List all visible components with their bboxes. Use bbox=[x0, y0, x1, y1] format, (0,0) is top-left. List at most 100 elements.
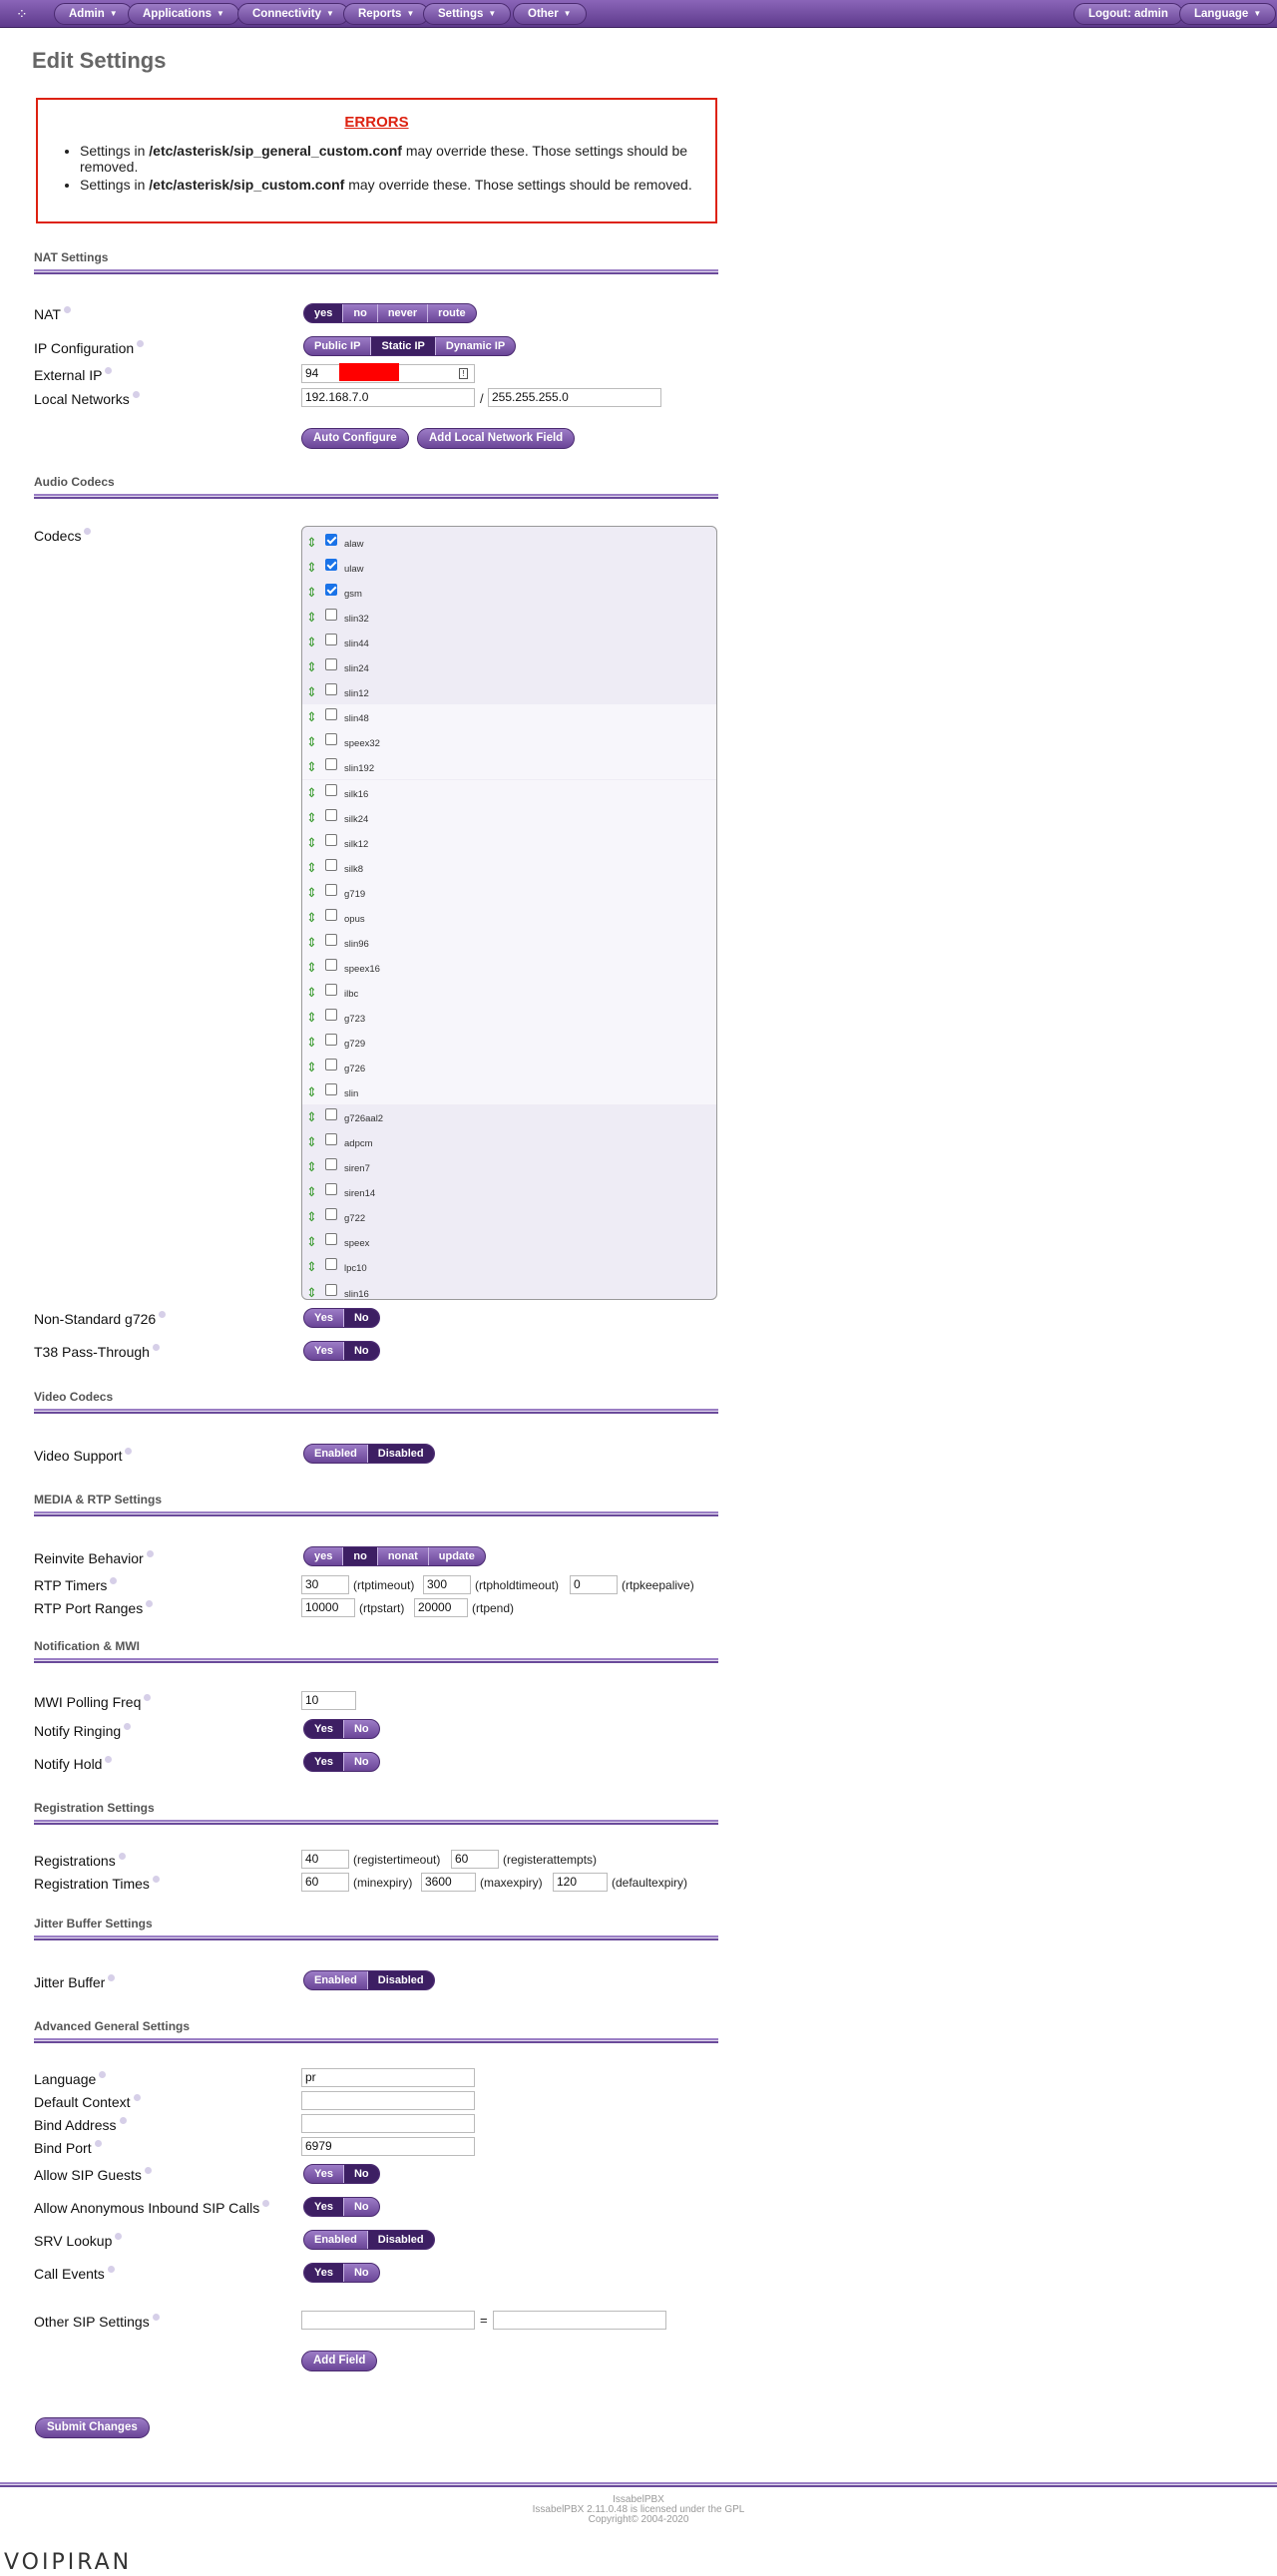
codec-row[interactable]: ⇕ opus bbox=[302, 904, 716, 930]
codec-row[interactable]: ⇕ siren14 bbox=[302, 1179, 716, 1204]
drag-handle-icon[interactable]: ⇕ bbox=[306, 1285, 317, 1300]
codec-checkbox[interactable] bbox=[325, 883, 337, 896]
drag-handle-icon[interactable]: ⇕ bbox=[306, 1084, 317, 1099]
ipconf-option-public[interactable]: Public IP bbox=[304, 337, 370, 355]
codec-checkbox[interactable] bbox=[325, 783, 337, 796]
codec-checkbox[interactable] bbox=[325, 559, 337, 572]
rtptimeout-input[interactable]: 30 bbox=[301, 1575, 349, 1594]
issabel-logo-icon[interactable]: ⁘ bbox=[16, 5, 38, 23]
drag-handle-icon[interactable]: ⇕ bbox=[306, 535, 317, 550]
codec-checkbox[interactable] bbox=[325, 1059, 337, 1072]
video-disabled[interactable]: Disabled bbox=[366, 1445, 434, 1463]
help-icon[interactable] bbox=[152, 1344, 160, 1351]
drag-handle-icon[interactable]: ⇕ bbox=[306, 585, 317, 600]
guests-no[interactable]: No bbox=[342, 2165, 379, 2183]
codec-checkbox[interactable] bbox=[325, 658, 337, 671]
help-icon[interactable] bbox=[144, 1694, 152, 1701]
drag-handle-icon[interactable]: ⇕ bbox=[306, 709, 317, 724]
codec-checkbox[interactable] bbox=[325, 733, 337, 746]
codec-row[interactable]: ⇕ silk16 bbox=[302, 779, 716, 805]
codec-checkbox[interactable] bbox=[325, 1133, 337, 1146]
codec-row[interactable]: ⇕ g726aal2 bbox=[302, 1104, 716, 1129]
menu-admin[interactable]: Admin ▼ bbox=[54, 3, 133, 25]
help-icon[interactable] bbox=[124, 1723, 132, 1730]
registerattempts-input[interactable]: 60 bbox=[451, 1850, 499, 1869]
codec-row[interactable]: ⇕ g723 bbox=[302, 1004, 716, 1030]
nat-option-no[interactable]: no bbox=[342, 304, 376, 322]
help-icon[interactable] bbox=[94, 2140, 102, 2147]
codec-row[interactable]: ⇕ slin16 bbox=[302, 1280, 716, 1300]
logout-button[interactable]: Logout: admin bbox=[1073, 3, 1183, 25]
help-icon[interactable] bbox=[108, 1974, 116, 1981]
codec-row[interactable]: ⇕ silk12 bbox=[302, 829, 716, 855]
codec-checkbox[interactable] bbox=[325, 1183, 337, 1196]
codec-checkbox[interactable] bbox=[325, 534, 337, 546]
auto-configure-button[interactable]: Auto Configure bbox=[301, 428, 409, 449]
codec-checkbox[interactable] bbox=[325, 833, 337, 846]
reinvite-nonat[interactable]: nonat bbox=[376, 1547, 428, 1565]
menu-reports[interactable]: Reports ▼ bbox=[343, 3, 430, 25]
drag-handle-icon[interactable]: ⇕ bbox=[306, 910, 317, 925]
help-icon[interactable] bbox=[132, 391, 140, 398]
help-icon[interactable] bbox=[84, 528, 92, 535]
codec-checkbox[interactable] bbox=[325, 983, 337, 996]
codec-checkbox[interactable] bbox=[325, 683, 337, 696]
codec-checkbox[interactable] bbox=[325, 708, 337, 721]
hold-yes[interactable]: Yes bbox=[304, 1753, 343, 1771]
help-icon[interactable] bbox=[152, 2314, 160, 2321]
help-icon[interactable] bbox=[262, 2200, 270, 2207]
codec-row[interactable]: ⇕ slin24 bbox=[302, 654, 716, 679]
codec-checkbox[interactable] bbox=[325, 1258, 337, 1271]
drag-handle-icon[interactable]: ⇕ bbox=[306, 1234, 317, 1249]
codec-row[interactable]: ⇕ slin44 bbox=[302, 630, 716, 654]
help-icon[interactable] bbox=[63, 306, 71, 313]
codec-row[interactable]: ⇕ slin48 bbox=[302, 704, 716, 730]
help-icon[interactable] bbox=[105, 1756, 113, 1763]
srv-enabled[interactable]: Enabled bbox=[304, 2231, 367, 2249]
help-icon[interactable] bbox=[133, 2094, 141, 2101]
menu-settings[interactable]: Settings ▼ bbox=[423, 3, 512, 25]
other-setting-value-input[interactable] bbox=[493, 2311, 666, 2330]
codec-checkbox[interactable] bbox=[325, 1233, 337, 1246]
codec-checkbox[interactable] bbox=[325, 1083, 337, 1096]
help-icon[interactable] bbox=[144, 2167, 152, 2174]
codec-checkbox[interactable] bbox=[325, 758, 337, 771]
codec-row[interactable]: ⇕ slin bbox=[302, 1079, 716, 1105]
rtpholdtimeout-input[interactable]: 300 bbox=[423, 1575, 471, 1594]
codec-checkbox[interactable] bbox=[325, 1108, 337, 1121]
codec-checkbox[interactable] bbox=[325, 908, 337, 921]
codec-row[interactable]: ⇕ silk8 bbox=[302, 854, 716, 880]
help-icon[interactable] bbox=[146, 1550, 154, 1557]
menu-connectivity[interactable]: Connectivity ▼ bbox=[237, 3, 349, 25]
defaultexpiry-input[interactable]: 120 bbox=[553, 1873, 608, 1892]
codec-row[interactable]: ⇕ gsm bbox=[302, 580, 716, 605]
codec-row[interactable]: ⇕ g722 bbox=[302, 1204, 716, 1229]
codec-checkbox[interactable] bbox=[325, 1283, 337, 1296]
nat-option-never[interactable]: never bbox=[376, 304, 427, 322]
codec-row[interactable]: ⇕ siren7 bbox=[302, 1154, 716, 1179]
codec-checkbox[interactable] bbox=[325, 1208, 337, 1221]
codec-checkbox[interactable] bbox=[325, 858, 337, 871]
drag-handle-icon[interactable]: ⇕ bbox=[306, 835, 317, 850]
help-icon[interactable] bbox=[152, 1876, 160, 1883]
language-input[interactable]: pr bbox=[301, 2068, 475, 2087]
reinvite-update[interactable]: update bbox=[427, 1547, 485, 1565]
codec-checkbox[interactable] bbox=[325, 584, 337, 597]
rtpstart-input[interactable]: 10000 bbox=[301, 1598, 355, 1617]
help-icon[interactable] bbox=[137, 340, 145, 347]
reinvite-yes[interactable]: yes bbox=[304, 1547, 342, 1565]
codec-row[interactable]: ⇕ silk24 bbox=[302, 804, 716, 830]
codec-row[interactable]: ⇕ ilbc bbox=[302, 979, 716, 1005]
codec-row[interactable]: ⇕ slin192 bbox=[302, 754, 716, 780]
other-setting-key-input[interactable] bbox=[301, 2311, 475, 2330]
codec-row[interactable]: ⇕ slin32 bbox=[302, 605, 716, 630]
drag-handle-icon[interactable]: ⇕ bbox=[306, 1184, 317, 1199]
local-network-ip-input[interactable]: 192.168.7.0 bbox=[301, 388, 475, 407]
codec-checkbox[interactable] bbox=[325, 1034, 337, 1046]
t38-yes[interactable]: Yes bbox=[304, 1342, 343, 1360]
drag-handle-icon[interactable]: ⇕ bbox=[306, 860, 317, 875]
registertimeout-input[interactable]: 40 bbox=[301, 1850, 349, 1869]
ipconf-option-static[interactable]: Static IP bbox=[370, 337, 435, 355]
drag-handle-icon[interactable]: ⇕ bbox=[306, 1060, 317, 1074]
reinvite-no[interactable]: no bbox=[342, 1547, 377, 1565]
